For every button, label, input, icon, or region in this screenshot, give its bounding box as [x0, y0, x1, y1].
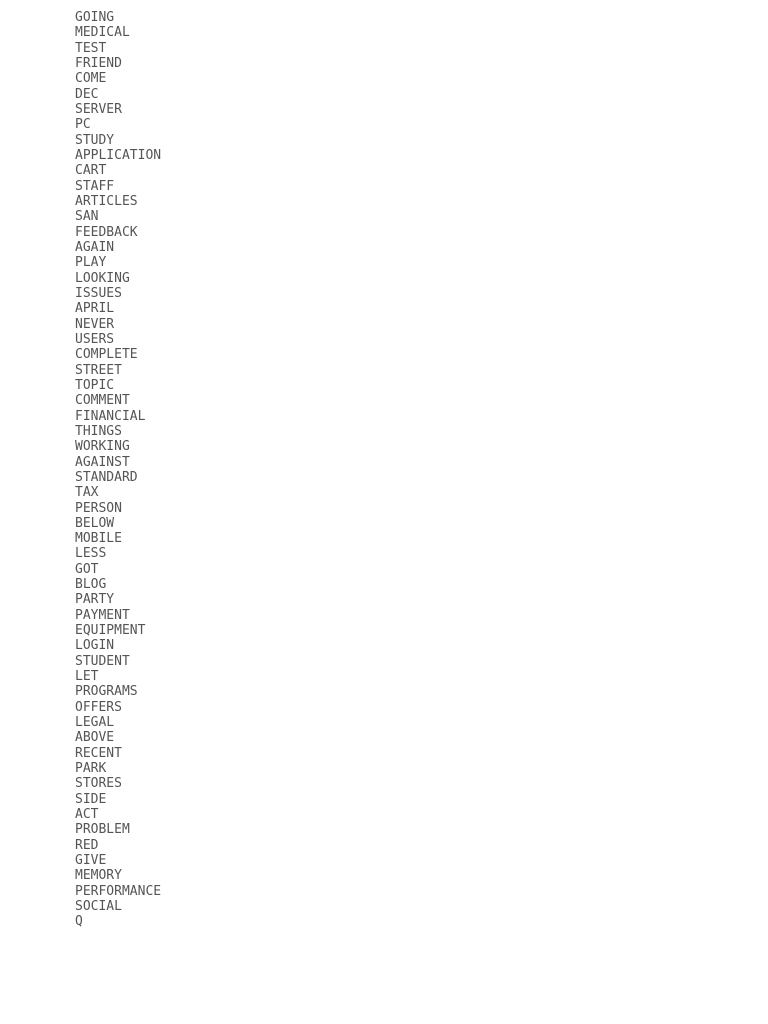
list-item: MEDICAL — [75, 25, 693, 40]
list-item: Q — [75, 914, 693, 929]
list-item: TEST — [75, 41, 693, 56]
list-item: PERFORMANCE — [75, 884, 693, 899]
list-item: SERVER — [75, 102, 693, 117]
list-item: CART — [75, 163, 693, 178]
list-item: PROGRAMS — [75, 684, 693, 699]
list-item: NEVER — [75, 317, 693, 332]
list-item: RECENT — [75, 746, 693, 761]
list-item: ARTICLES — [75, 194, 693, 209]
list-item: PC — [75, 117, 693, 132]
list-item: PERSON — [75, 501, 693, 516]
list-item: ABOVE — [75, 730, 693, 745]
list-item: ISSUES — [75, 286, 693, 301]
list-item: RED — [75, 838, 693, 853]
list-item: LOOKING — [75, 271, 693, 286]
list-item: TOPIC — [75, 378, 693, 393]
list-item: AGAINST — [75, 455, 693, 470]
list-item: APPLICATION — [75, 148, 693, 163]
list-item: SAN — [75, 209, 693, 224]
list-item: STREET — [75, 363, 693, 378]
list-item: FINANCIAL — [75, 409, 693, 424]
list-item: AGAIN — [75, 240, 693, 255]
list-item: COMMENT — [75, 393, 693, 408]
list-item: MEMORY — [75, 868, 693, 883]
list-item: MOBILE — [75, 531, 693, 546]
list-item: BELOW — [75, 516, 693, 531]
list-item: LET — [75, 669, 693, 684]
list-item: PROBLEM — [75, 822, 693, 837]
list-item: THINGS — [75, 424, 693, 439]
list-item: LOGIN — [75, 638, 693, 653]
list-item: BLOG — [75, 577, 693, 592]
list-item: COME — [75, 71, 693, 86]
list-item: SOCIAL — [75, 899, 693, 914]
list-item: STORES — [75, 776, 693, 791]
list-item: STAFF — [75, 179, 693, 194]
list-item: PARTY — [75, 592, 693, 607]
list-item: TAX — [75, 485, 693, 500]
list-item: FRIEND — [75, 56, 693, 71]
list-item: EQUIPMENT — [75, 623, 693, 638]
list-item: FEEDBACK — [75, 225, 693, 240]
list-item: PAYMENT — [75, 608, 693, 623]
list-item: DEC — [75, 87, 693, 102]
list-item: LESS — [75, 546, 693, 561]
list-item: WORKING — [75, 439, 693, 454]
list-item: STUDY — [75, 133, 693, 148]
list-item: ACT — [75, 807, 693, 822]
list-item: PLAY — [75, 255, 693, 270]
list-item: USERS — [75, 332, 693, 347]
list-item: GOT — [75, 562, 693, 577]
list-item: APRIL — [75, 301, 693, 316]
list-item: PARK — [75, 761, 693, 776]
word-list: GOINGMEDICALTESTFRIENDCOMEDECSERVERPCSTU… — [75, 10, 693, 930]
list-item: OFFERS — [75, 700, 693, 715]
list-item: LEGAL — [75, 715, 693, 730]
list-item: COMPLETE — [75, 347, 693, 362]
list-item: GIVE — [75, 853, 693, 868]
list-item: SIDE — [75, 792, 693, 807]
list-item: STUDENT — [75, 654, 693, 669]
list-item: GOING — [75, 10, 693, 25]
list-item: STANDARD — [75, 470, 693, 485]
